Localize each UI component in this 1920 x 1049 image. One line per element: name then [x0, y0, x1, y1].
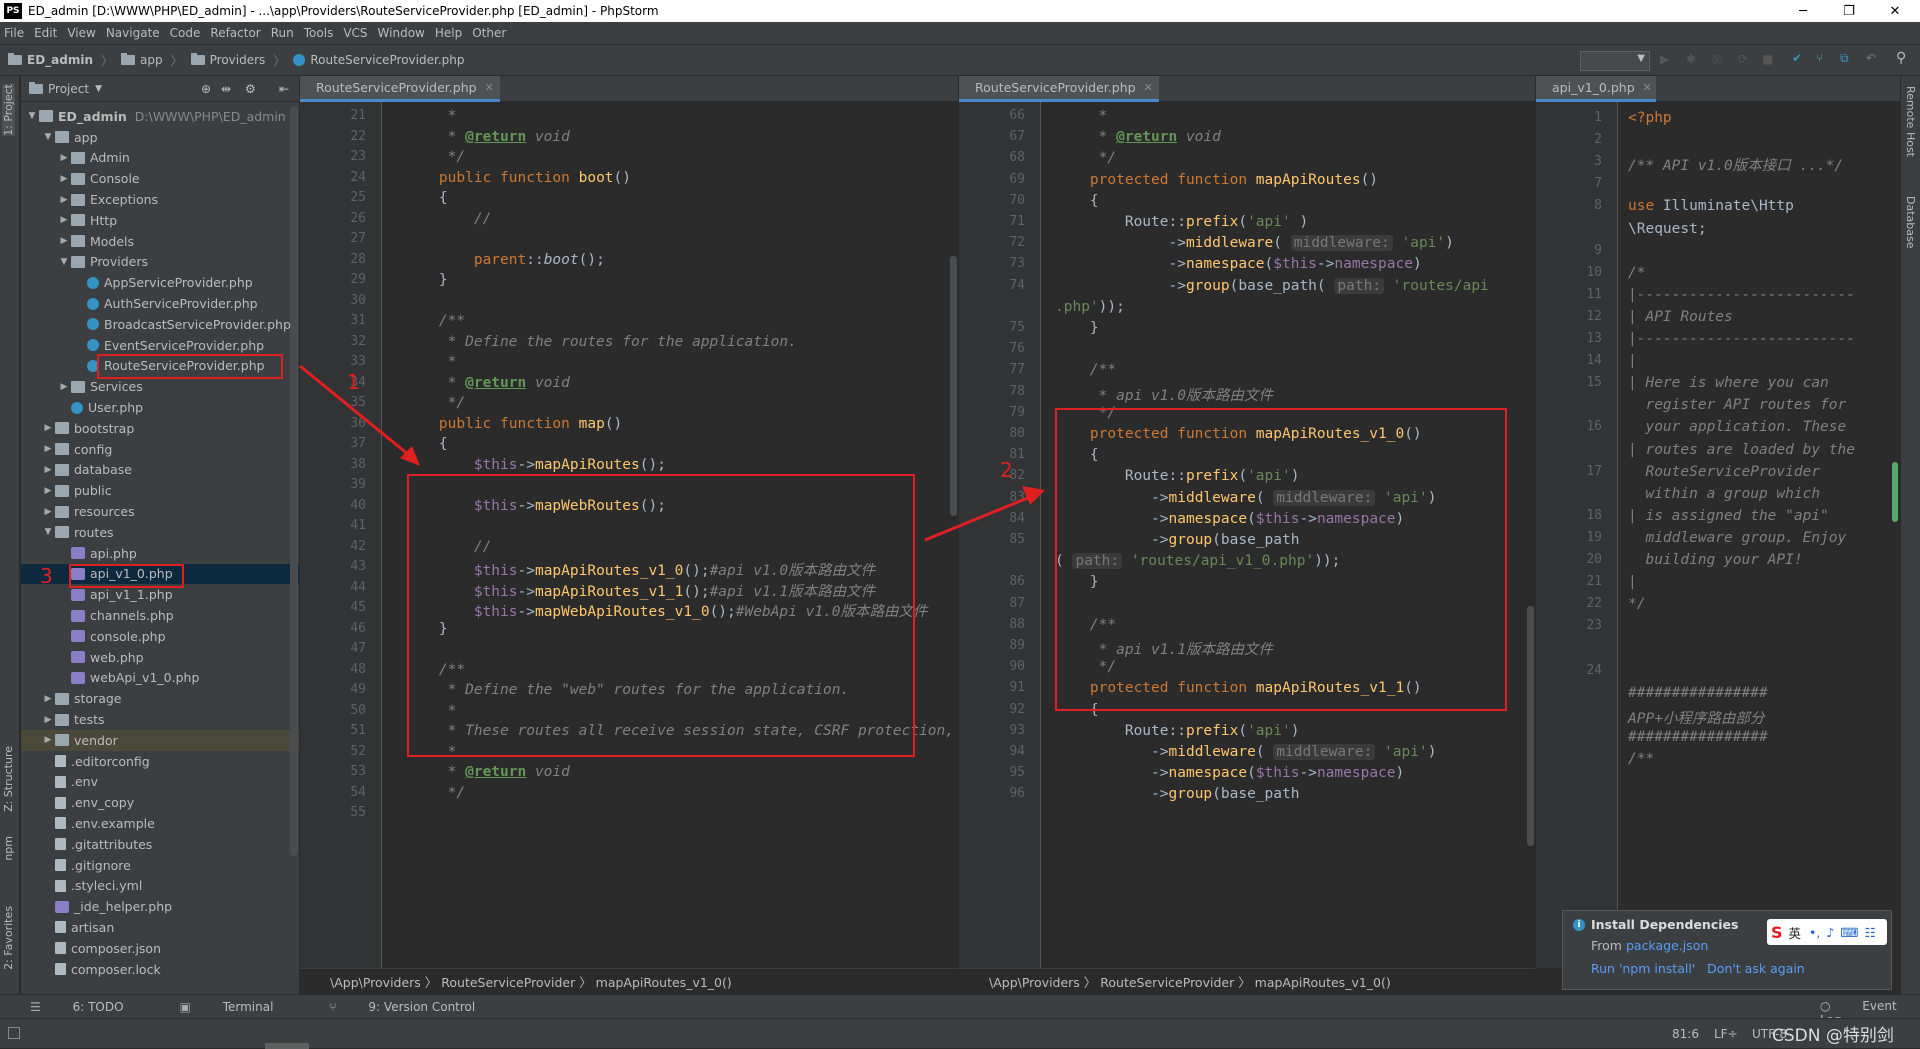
event-log-icon: ○	[1820, 999, 1835, 1013]
terminal-tool-button[interactable]: ▣ Terminal	[180, 1000, 302, 1014]
sogou-logo-icon: S	[1771, 922, 1783, 942]
ime-toolbar[interactable]: S 英 •, ♪ ⌨ ☷	[1767, 919, 1887, 945]
dont-ask-link[interactable]: Don't ask again	[1707, 961, 1805, 976]
todo-icon: ☰	[30, 999, 45, 1014]
status-bar: 81:6 LF÷ UTF-8 CSDN @特别剑	[0, 1018, 1920, 1049]
ime-lang[interactable]: 英	[1789, 923, 1802, 942]
keyboard-icon[interactable]: ⌨	[1840, 925, 1858, 940]
package-json-link[interactable]: package.json	[1626, 938, 1708, 953]
vcs-tool-button[interactable]: ⑂ 9: Version Control	[329, 1000, 503, 1014]
terminal-icon: ▣	[179, 999, 195, 1014]
punctuation-icon[interactable]: •,	[1809, 925, 1820, 940]
annotation-arrowhead-2	[1022, 486, 1045, 505]
tool-window-bar: ☰ 6: TODO ▣ Terminal ⑂ 9: Version Contro…	[0, 994, 1920, 1027]
ime-menu-icon[interactable]: ☷	[1864, 925, 1875, 940]
npm-install-link[interactable]: Run 'npm install'	[1591, 961, 1695, 976]
caret-position[interactable]: 81:6	[1672, 1027, 1699, 1041]
branch-icon: ⑂	[329, 999, 341, 1014]
info-icon: i	[1573, 918, 1585, 931]
line-separator[interactable]: LF÷	[1714, 1027, 1738, 1041]
annotation-arrows	[299, 364, 1045, 542]
microphone-icon[interactable]: ♪	[1826, 925, 1834, 940]
annotation-arrow-2	[924, 493, 1036, 542]
notification-title: Install Dependencies	[1591, 917, 1739, 932]
notification-from: From	[1591, 938, 1622, 953]
notification-popup: i Install Dependencies From package.json …	[1562, 910, 1892, 990]
todo-tool-button[interactable]: ☰ 6: TODO	[30, 1000, 152, 1014]
toggle-tool-windows-icon[interactable]	[8, 1027, 20, 1039]
annotation-arrow-1	[299, 364, 416, 462]
progress-indicator	[265, 1043, 309, 1049]
watermark-text: CSDN @特别剑	[1772, 1026, 1894, 1046]
